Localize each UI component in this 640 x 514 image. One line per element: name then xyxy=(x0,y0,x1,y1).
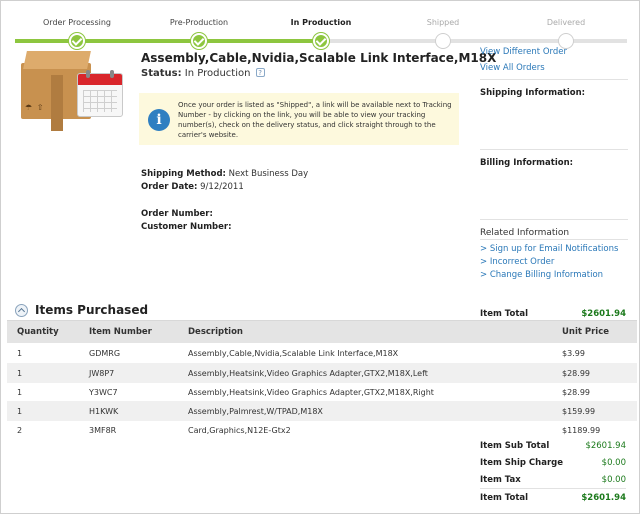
row-description: Assembly,Heatsink,Video Graphics Adapter… xyxy=(188,369,428,378)
customer-number-label: Customer Number: xyxy=(141,222,232,232)
sub-total-label: Item Sub Total xyxy=(480,441,550,451)
row-item-number: GDMRG xyxy=(89,349,121,358)
row-description: Assembly,Palmrest,W/TPAD,M18X xyxy=(188,407,323,416)
order-date: Order Date: 9/12/2011 xyxy=(141,182,244,192)
row-description: Card,Graphics,N12E-Gtx2 xyxy=(188,426,291,435)
step-shipped-node xyxy=(435,33,451,49)
item-total-summary-value: $2601.94 xyxy=(581,309,626,319)
item-sub-total: Item Sub Total $2601.94 xyxy=(480,441,626,451)
tax-value: $0.00 xyxy=(601,475,626,485)
row-quantity: 2 xyxy=(17,426,23,435)
items-table-header: Quantity Item Number Description Unit Pr… xyxy=(7,321,637,343)
item-tax: Item Tax $0.00 xyxy=(480,475,626,485)
row-item-number: 3MF8R xyxy=(89,426,117,435)
order-number: Order Number: xyxy=(141,209,213,219)
view-all-orders-link[interactable]: View All Orders xyxy=(480,63,545,73)
billing-information-label: Billing Information: xyxy=(480,158,574,168)
step-delivered-label: Delivered xyxy=(546,18,586,27)
column-unit-price: Unit Price xyxy=(562,327,610,337)
order-status-page: Order Processing Pre-Production In Produ… xyxy=(0,0,640,514)
progress-track-complete xyxy=(15,39,321,43)
row-quantity: 1 xyxy=(17,369,23,378)
tax-label: Item Tax xyxy=(480,475,521,485)
column-item-number: Item Number xyxy=(89,327,152,337)
step-order-processing-label: Order Processing xyxy=(43,18,111,27)
step-in-production-check-icon xyxy=(313,33,329,49)
row-item-number: Y3WC7 xyxy=(89,388,118,397)
shipping-method: Shipping Method: Next Business Day xyxy=(141,169,308,179)
table-row: 1 Y3WC7 Assembly,Heatsink,Video Graphics… xyxy=(7,382,637,402)
sub-total-value: $2601.94 xyxy=(585,441,626,451)
table-row: 1 JW8P7 Assembly,Heatsink,Video Graphics… xyxy=(7,363,637,383)
view-different-order-link[interactable]: View Different Order xyxy=(480,47,567,57)
change-billing-link[interactable]: > Change Billing Information xyxy=(480,270,603,280)
ship-charge-label: Item Ship Charge xyxy=(480,458,564,468)
order-title: Assembly,Cable,Nvidia,Scalable Link Inte… xyxy=(141,51,497,65)
customer-number: Customer Number: xyxy=(141,222,232,232)
item-ship-charge: Item Ship Charge $0.00 xyxy=(480,458,626,468)
row-item-number: JW8P7 xyxy=(89,369,115,378)
shipping-method-value: Next Business Day xyxy=(228,169,309,179)
help-icon[interactable]: ? xyxy=(255,68,265,77)
order-number-label: Order Number: xyxy=(141,209,213,219)
progress-track-remaining xyxy=(321,39,627,43)
ship-charge-value: $0.00 xyxy=(601,458,626,468)
tracking-notice: i Once your order is listed as "Shipped"… xyxy=(139,93,459,145)
column-description: Description xyxy=(188,327,243,337)
order-date-value: 9/12/2011 xyxy=(200,182,244,192)
table-row: 1 GDMRG Assembly,Cable,Nvidia,Scalable L… xyxy=(7,343,637,363)
column-quantity: Quantity xyxy=(17,327,59,337)
row-unit-price: $159.99 xyxy=(562,407,596,416)
step-order-processing-check-icon xyxy=(69,33,85,49)
order-date-label: Order Date: xyxy=(141,182,198,192)
order-status: Status: In Production ? xyxy=(141,68,265,79)
grand-total-label: Item Total xyxy=(480,493,529,503)
table-row: 2 3MF8R Card,Graphics,N12E-Gtx2 $1189.99 xyxy=(7,420,637,440)
status-value: In Production xyxy=(184,68,251,79)
row-description: Assembly,Heatsink,Video Graphics Adapter… xyxy=(188,388,434,397)
item-total-summary: Item Total $2601.94 xyxy=(480,309,626,319)
row-description: Assembly,Cable,Nvidia,Scalable Link Inte… xyxy=(188,349,399,358)
table-row: 1 H1KWK Assembly,Palmrest,W/TPAD,M18X $1… xyxy=(7,401,637,421)
collapse-items-icon[interactable] xyxy=(15,304,28,317)
row-unit-price: $3.99 xyxy=(562,349,585,358)
tracking-notice-text: Once your order is listed as "Shipped", … xyxy=(178,101,452,139)
row-unit-price: $28.99 xyxy=(562,388,590,397)
row-quantity: 1 xyxy=(17,388,23,397)
order-progress-tracker: Order Processing Pre-Production In Produ… xyxy=(1,1,640,49)
related-information-title: Related Information xyxy=(480,228,570,238)
step-shipped-label: Shipped xyxy=(426,18,460,27)
row-unit-price: $1189.99 xyxy=(562,426,601,435)
step-in-production-label: In Production xyxy=(290,18,352,27)
status-label: Status: xyxy=(141,68,182,79)
row-quantity: 1 xyxy=(17,407,23,416)
shipping-information-label: Shipping Information: xyxy=(480,88,586,98)
row-item-number: H1KWK xyxy=(89,407,119,416)
shipping-method-label: Shipping Method: xyxy=(141,169,226,179)
row-quantity: 1 xyxy=(17,349,23,358)
item-total-summary-label: Item Total xyxy=(480,309,529,319)
items-purchased-title: Items Purchased xyxy=(35,303,149,317)
info-icon: i xyxy=(148,109,170,131)
order-box-calendar-icon: ☂ ⇧ xyxy=(21,51,125,131)
incorrect-order-link[interactable]: > Incorrect Order xyxy=(480,257,554,267)
item-grand-total: Item Total $2601.94 xyxy=(480,493,626,503)
grand-total-value: $2601.94 xyxy=(581,493,626,503)
step-pre-production-check-icon xyxy=(191,33,207,49)
calendar-icon xyxy=(77,70,123,117)
email-notifications-link[interactable]: > Sign up for Email Notifications xyxy=(480,244,618,254)
row-unit-price: $28.99 xyxy=(562,369,590,378)
step-pre-production-label: Pre-Production xyxy=(169,18,229,27)
